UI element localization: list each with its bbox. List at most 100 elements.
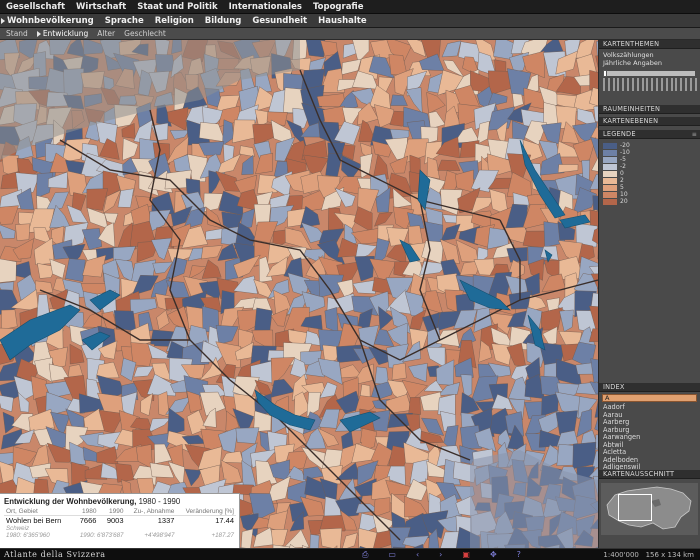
- country-label-row: Schweiz: [4, 525, 236, 532]
- time-slider-ticks: [603, 78, 697, 91]
- kartenausschnitt-block: KARTENAUSSCHNITT: [599, 470, 700, 548]
- table-row: Wohlen bei Bern 7666 9003 1337 17.44: [4, 516, 236, 525]
- legend-item: -2: [599, 163, 700, 170]
- legend-label: 20: [620, 198, 628, 205]
- legend-swatch: [603, 177, 617, 184]
- col-ort: Ort, Gebiet: [4, 508, 72, 516]
- country-veraenderung: +187.27: [211, 532, 234, 539]
- zoom-icon[interactable]: ▣: [462, 550, 470, 559]
- subnav-wohnbevoelkerung[interactable]: Wohnbevölkerung: [1, 16, 94, 26]
- map-tools: ⎙ ▭ ‹ › ▣ ✥ ?: [362, 550, 541, 560]
- legend-item: -5: [599, 156, 700, 163]
- kartenebenen-block: KARTENEBENEN: [599, 117, 700, 126]
- map-canvas[interactable]: [0, 40, 598, 548]
- raumeinheiten-header[interactable]: RAUMEINHEITEN: [599, 105, 700, 114]
- sub-nav: Wohnbevölkerung Sprache Religion Bildung…: [0, 14, 700, 28]
- country-1990: 1990: 6'873'687: [79, 532, 124, 539]
- back-icon[interactable]: ‹: [416, 550, 419, 559]
- info-title: Entwicklung der Wohnbevölkerung, 1980 - …: [4, 497, 181, 506]
- side-panel: KARTENTHEMEN Volkszählungen Jährliche An…: [598, 40, 700, 548]
- save-icon[interactable]: ▭: [388, 550, 396, 559]
- info-icon[interactable]: ?: [517, 550, 521, 559]
- nav-internationales[interactable]: Internationales: [229, 2, 302, 12]
- legend-swatch: [603, 156, 617, 163]
- legende-header[interactable]: LEGENDE ≡: [599, 130, 700, 139]
- legend-toggle-icon[interactable]: ≡: [692, 131, 697, 138]
- theme-stand[interactable]: Stand: [6, 29, 28, 38]
- country-1980: 1980: 6'365'960: [6, 532, 50, 539]
- time-slider-track[interactable]: [603, 71, 695, 76]
- theme-geschlecht[interactable]: Geschlecht: [124, 29, 166, 38]
- kartenausschnitt-header[interactable]: KARTENAUSSCHNITT: [599, 470, 700, 479]
- legend-label: 0: [620, 170, 624, 177]
- legende-block: LEGENDE ≡ -20 -10 -5 -2 0 2 5 10 20: [599, 130, 700, 205]
- legend-label: 10: [620, 191, 628, 198]
- time-slider[interactable]: [603, 70, 697, 93]
- country-row: 1980: 6'365'960 1990: 6'873'687 +4'498'9…: [4, 532, 236, 539]
- legend-item: 0: [599, 170, 700, 177]
- index-search-input[interactable]: A: [602, 394, 697, 402]
- overview-viewport-frame[interactable]: [618, 494, 652, 521]
- kartenthemen-block: KARTENTHEMEN Volkszählungen Jährliche An…: [599, 40, 700, 95]
- legend-swatch: [603, 149, 617, 156]
- overview-map[interactable]: [601, 483, 698, 535]
- legend-swatch: [603, 184, 617, 191]
- forward-icon[interactable]: ›: [439, 550, 442, 559]
- choropleth-map[interactable]: [0, 40, 598, 548]
- legend-item: 10: [599, 191, 700, 198]
- main-nav: Gesellschaft Wirtschaft Staat und Politi…: [0, 0, 700, 14]
- nav-topografie[interactable]: Topografie: [313, 2, 364, 12]
- theme-nav: Stand Entwicklung Alter Geschlecht: [0, 28, 700, 40]
- nav-staat-und-politik[interactable]: Staat und Politik: [137, 2, 217, 12]
- subnav-gesundheit[interactable]: Gesundheit: [252, 16, 307, 26]
- legend-label: -5: [620, 156, 626, 163]
- theme-entwicklung[interactable]: Entwicklung: [36, 29, 89, 38]
- legend-item: -20: [599, 142, 700, 149]
- legend-item: 20: [599, 198, 700, 205]
- legend-label: -2: [620, 163, 626, 170]
- kartenebenen-header[interactable]: KARTENEBENEN: [599, 117, 700, 126]
- legend-item: 5: [599, 184, 700, 191]
- subnav-bildung[interactable]: Bildung: [205, 16, 242, 26]
- subnav-religion[interactable]: Religion: [155, 16, 194, 26]
- triangle-right-icon: [36, 30, 41, 37]
- subnav-haushalte[interactable]: Haushalte: [318, 16, 367, 26]
- col-zuabnahme: Zu-, Abnahme: [125, 508, 177, 516]
- raumeinheiten-block: RAUMEINHEITEN: [599, 105, 700, 114]
- cell-zuabnahme: 1337: [157, 516, 175, 525]
- legend-swatch: [603, 163, 617, 170]
- legend-list: -20 -10 -5 -2 0 2 5 10 20: [599, 139, 700, 205]
- scale-readout: 1:400'000 156 x 134 km: [603, 550, 694, 559]
- thema-jaehrlich[interactable]: Jährliche Angaben: [603, 59, 696, 67]
- legend-swatch: [603, 198, 617, 205]
- kartenthemen-header[interactable]: KARTENTHEMEN: [599, 40, 700, 49]
- print-icon[interactable]: ⎙: [362, 550, 368, 560]
- nav-wirtschaft[interactable]: Wirtschaft: [76, 2, 126, 12]
- legend-label: -10: [620, 149, 630, 156]
- country-label: Schweiz: [6, 525, 30, 532]
- legend-label: 2: [620, 177, 624, 184]
- subnav-sprache[interactable]: Sprache: [105, 16, 144, 26]
- legend-item: -10: [599, 149, 700, 156]
- cell-1990: 9003: [106, 516, 124, 525]
- legend-label: 5: [620, 184, 624, 191]
- index-header[interactable]: INDEX: [599, 383, 700, 392]
- cell-veraenderung: 17.44: [215, 516, 234, 525]
- cell-1980: 7666: [79, 516, 97, 525]
- pan-icon[interactable]: ✥: [490, 550, 497, 559]
- nav-gesellschaft[interactable]: Gesellschaft: [6, 2, 65, 12]
- thema-volkszaehlungen[interactable]: Volkszählungen: [603, 51, 696, 59]
- legend-label: -20: [620, 142, 630, 149]
- cell-ort: Wohlen bei Bern: [6, 516, 62, 525]
- info-box: Entwicklung der Wohnbevölkerung, 1980 - …: [0, 493, 240, 548]
- info-period: 1980 - 1990: [138, 497, 181, 506]
- col-1980: 1980: [71, 508, 99, 516]
- time-slider-handle[interactable]: [603, 70, 607, 77]
- info-table: Ort, Gebiet 1980 1990 Zu-, Abnahme Verän…: [4, 508, 236, 539]
- theme-alter[interactable]: Alter: [97, 29, 115, 38]
- theme-label: Entwicklung: [42, 29, 89, 38]
- triangle-right-icon: [1, 17, 5, 24]
- legend-swatch: [603, 142, 617, 149]
- legend-item: 2: [599, 177, 700, 184]
- subnav-label: Wohnbevölkerung: [7, 15, 94, 26]
